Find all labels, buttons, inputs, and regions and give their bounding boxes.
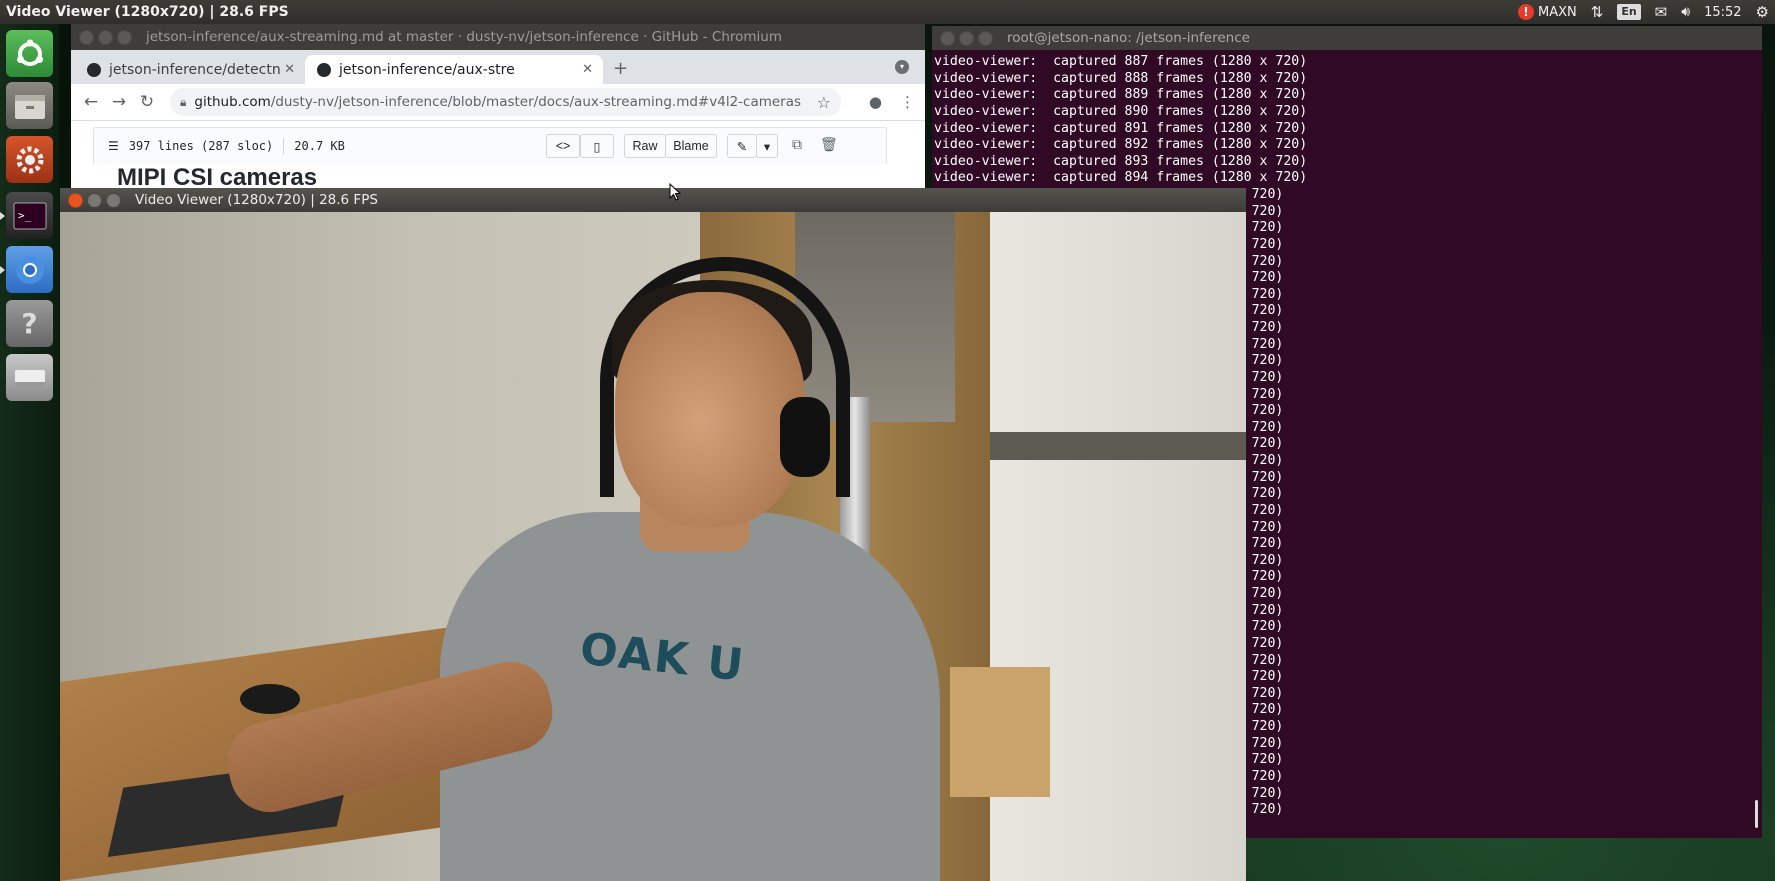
terminal-line: video-viewer: captured 891 frames (1280 …: [934, 120, 1308, 136]
terminal-line: video-viewer: captured 887 frames (1280 …: [934, 54, 1308, 69]
terminal-window-title: root@jetson-nano: /jetson-inference: [1007, 30, 1250, 46]
video-viewer-titlebar[interactable]: Video Viewer (1280x720) | 28.6 FPS: [60, 188, 1246, 212]
terminal-line: video-viewer: captured 889 frames (1280 …: [934, 87, 1308, 103]
file-header: ☰ 397 lines (287 sloc) 20.7 KB <> ▯ Raw …: [93, 127, 887, 164]
headphone-cup: [780, 397, 830, 477]
gear-icon[interactable]: ⚙: [1756, 3, 1769, 21]
alert-icon: !: [1517, 4, 1534, 20]
github-file-view: ☰ 397 lines (287 sloc) 20.7 KB <> ▯ Raw …: [71, 121, 925, 191]
github-icon: [87, 62, 101, 77]
profile-icon[interactable]: ●: [869, 93, 882, 111]
launcher: >_ ?: [0, 24, 60, 881]
browser-toolbar: ← → ↻ 🔒︎ github.com/dusty-nv/jetson-infe…: [71, 84, 925, 121]
address-bar[interactable]: 🔒︎ github.com/dusty-nv/jetson-inference/…: [170, 88, 841, 116]
file-lines: 397 lines (287 sloc): [128, 139, 274, 153]
keyboard-layout-indicator[interactable]: En: [1617, 4, 1641, 20]
chromium-window: jetson-inference/aux-streaming.md at mas…: [71, 24, 925, 202]
tab-search-icon[interactable]: ▾: [895, 60, 909, 74]
video-viewer-window: Video Viewer (1280x720) | 28.6 FPS OAK U: [60, 188, 1246, 881]
person-face: [615, 292, 805, 527]
terminal-icon[interactable]: >_: [6, 192, 53, 239]
video-frame: OAK U: [60, 212, 1246, 881]
terminal-line: video-viewer: captured 890 frames (1280 …: [934, 103, 1308, 119]
chromium-titlebar: jetson-inference/aux-streaming.md at mas…: [71, 24, 925, 50]
minimize-button[interactable]: [98, 29, 113, 45]
close-button[interactable]: [68, 192, 83, 208]
edit-pencil-icon[interactable]: ✎: [727, 134, 757, 158]
maximize-button[interactable]: [117, 29, 132, 45]
svg-text:>_: >_: [18, 209, 32, 222]
door-band: [990, 432, 1246, 460]
outline-icon[interactable]: ☰: [108, 139, 119, 153]
mouse: [240, 684, 300, 714]
reload-icon[interactable]: ↻: [133, 92, 161, 112]
edit-dropdown-icon[interactable]: ▾: [756, 134, 778, 158]
drive-icon[interactable]: [6, 354, 53, 401]
video-viewer-title: Video Viewer (1280x720) | 28.6 FPS: [135, 192, 378, 208]
running-indicator: [0, 266, 5, 274]
tab-strip: jetson-inference/detectn ✕ jetson-infere…: [71, 50, 925, 84]
minimize-button[interactable]: [87, 192, 102, 208]
new-tab-button[interactable]: +: [613, 58, 628, 79]
chromium-icon[interactable]: [6, 246, 53, 293]
mail-icon[interactable]: ✉: [1655, 3, 1668, 21]
raw-button[interactable]: Raw: [624, 134, 666, 158]
forward-icon[interactable]: →: [105, 92, 133, 112]
ubuntu-dash-icon[interactable]: [6, 30, 53, 77]
help-icon[interactable]: ?: [6, 300, 53, 347]
terminal-titlebar: root@jetson-nano: /jetson-inference: [932, 26, 1762, 50]
minimize-button[interactable]: [959, 30, 974, 46]
close-tab-icon[interactable]: ✕: [284, 62, 295, 77]
trash-icon[interactable]: 🗑︎: [820, 137, 838, 153]
top-panel: Video Viewer (1280x720) | 28.6 FPS ! MAX…: [0, 0, 1775, 24]
maximize-button[interactable]: [978, 30, 993, 46]
terminal-line: video-viewer: captured 893 frames (1280 …: [934, 153, 1308, 169]
close-button[interactable]: [940, 30, 955, 46]
bookmark-star-icon[interactable]: ☆: [817, 93, 831, 112]
volume-icon[interactable]: 🔊︎: [1681, 4, 1690, 20]
terminal-line: video-viewer: captured 894 frames (1280 …: [934, 170, 1308, 186]
chromium-window-title: jetson-inference/aux-streaming.md at mas…: [146, 29, 783, 45]
copy-icon[interactable]: ⧉: [792, 137, 802, 153]
terminal-line: video-viewer: captured 892 frames (1280 …: [934, 137, 1308, 153]
network-icon[interactable]: ⇅: [1591, 3, 1604, 21]
file-view-button[interactable]: ▯: [580, 134, 614, 158]
menu-icon[interactable]: ⋮: [900, 93, 915, 111]
back-icon[interactable]: ←: [77, 92, 105, 112]
power-mode-indicator[interactable]: ! MAXN: [1517, 4, 1577, 20]
close-tab-icon[interactable]: ✕: [582, 62, 593, 77]
cardboard-box: [950, 667, 1050, 797]
terminal-scrollbar[interactable]: [1755, 800, 1758, 828]
active-window-title: Video Viewer (1280x720) | 28.6 FPS: [6, 4, 289, 20]
files-icon[interactable]: [6, 82, 53, 129]
running-indicator: [0, 212, 5, 220]
indicator-area: ! MAXN ⇅ En ✉ 🔊︎ 15:52 ⚙: [1517, 0, 1769, 24]
system-settings-icon[interactable]: [6, 136, 53, 183]
lock-icon[interactable]: 🔒︎: [180, 95, 186, 110]
url-domain: github.com: [194, 94, 271, 110]
mouse-cursor-icon: [669, 183, 681, 201]
file-size: 20.7 KB: [294, 139, 345, 153]
close-button[interactable]: [79, 29, 94, 45]
tab-aux-streaming[interactable]: jetson-inference/aux-stre ✕: [305, 55, 603, 84]
divider: [283, 138, 285, 154]
power-mode-label: MAXN: [1537, 4, 1577, 20]
tab-detectnet[interactable]: jetson-inference/detectn ✕: [75, 55, 305, 84]
tab-label: jetson-inference/aux-stre: [339, 61, 515, 78]
terminal-line: video-viewer: captured 888 frames (1280 …: [934, 70, 1308, 86]
maximize-button[interactable]: [106, 192, 121, 208]
github-icon: [317, 62, 331, 77]
code-view-button[interactable]: <>: [546, 134, 580, 158]
clock[interactable]: 15:52: [1704, 5, 1741, 20]
blame-button[interactable]: Blame: [665, 134, 717, 158]
url-path: /dusty-nv/jetson-inference/blob/master/d…: [270, 94, 802, 110]
tab-label: jetson-inference/detectn: [109, 61, 281, 78]
